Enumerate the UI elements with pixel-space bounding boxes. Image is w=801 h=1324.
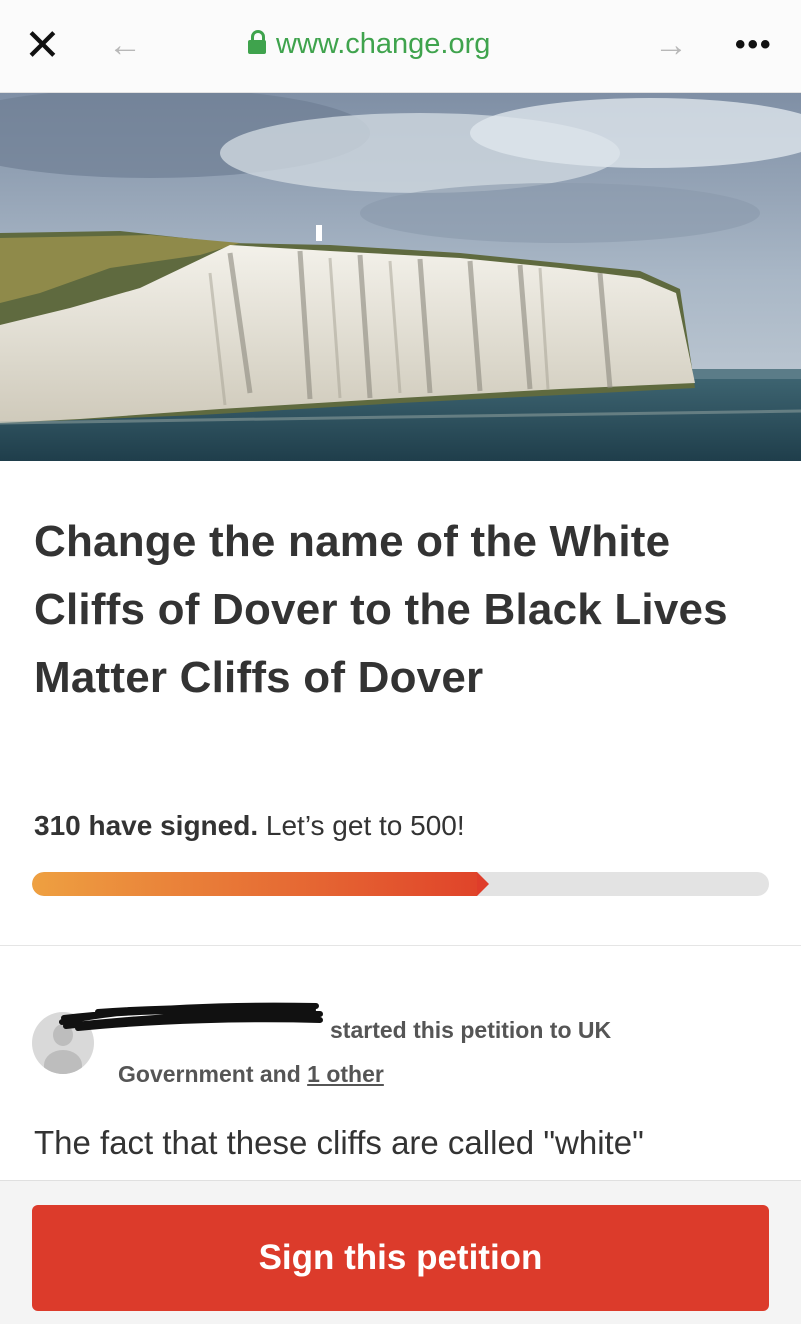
signature-progress-bar <box>32 872 769 896</box>
address-bar[interactable]: www.change.org <box>248 28 490 61</box>
goal-text: Let’s get to 500! <box>265 810 465 841</box>
petition-excerpt: The fact that these cliffs are called "w… <box>34 1124 644 1161</box>
progress-fill <box>32 872 477 896</box>
sticky-footer: Sign this petition <box>0 1180 801 1324</box>
sign-petition-button[interactable]: Sign this petition <box>32 1205 769 1311</box>
url-text: www.change.org <box>276 28 491 60</box>
arrow-right-icon[interactable]: → <box>654 26 688 65</box>
more-dots-icon[interactable]: ••• <box>735 28 773 62</box>
lock-icon <box>248 29 266 54</box>
divider <box>0 945 801 946</box>
other-starters-link[interactable]: 1 other <box>307 1061 384 1087</box>
petition-image <box>0 93 801 461</box>
browser-toolbar: ✕ ← www.change.org → ••• <box>0 0 801 93</box>
signature-count: 310 have signed. Let’s get to 500! <box>34 810 465 842</box>
progress-tip <box>477 872 489 896</box>
redaction-scribble <box>59 1002 323 1031</box>
close-icon[interactable]: ✕ <box>24 22 64 70</box>
arrow-left-icon[interactable]: ← <box>108 26 142 65</box>
signed-count-text: 310 have signed. <box>34 810 259 841</box>
petition-title: Change the name of the White Cliffs of D… <box>34 517 728 702</box>
